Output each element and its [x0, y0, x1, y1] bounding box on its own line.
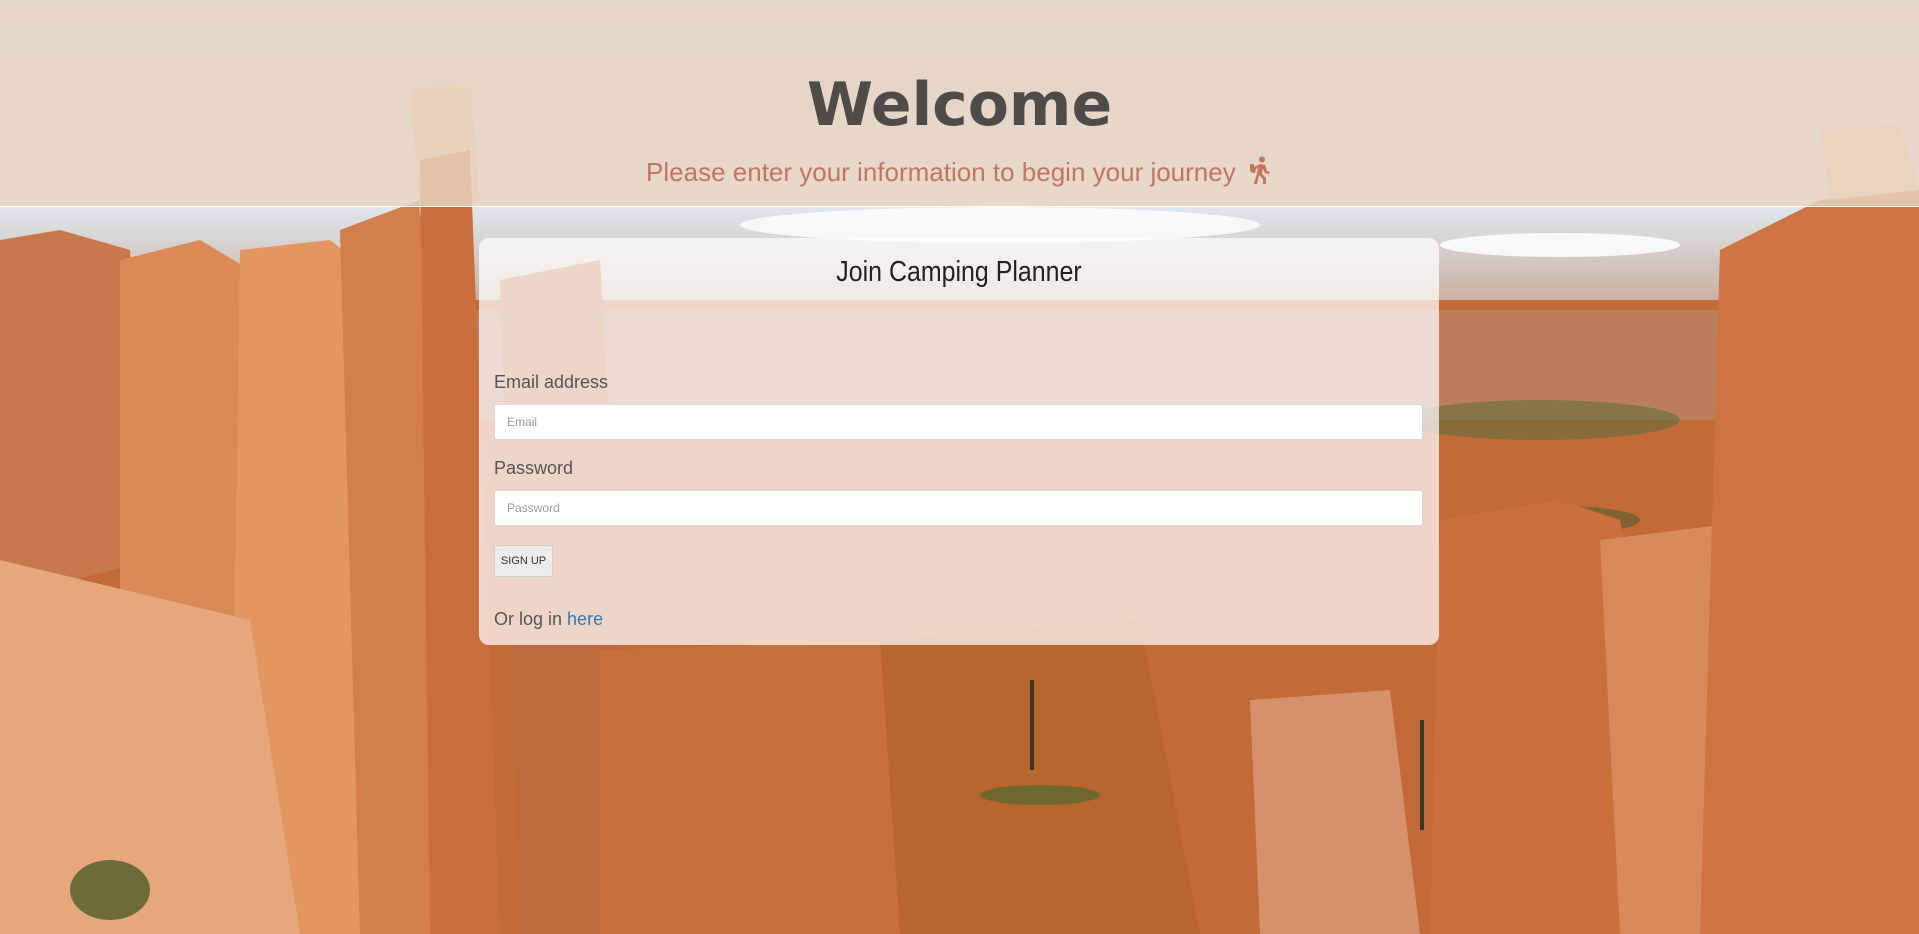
signup-title: Join Camping Planner [836, 256, 1082, 288]
password-field[interactable] [494, 490, 1423, 526]
sign-up-button[interactable]: SIGN UP [494, 545, 553, 577]
login-prompt: Or log in here [494, 609, 603, 630]
email-label: Email address [494, 372, 609, 392]
subtitle-text: Please enter your information to begin y… [646, 157, 1236, 187]
page-title: Welcome [806, 70, 1113, 140]
signup-card: Join Camping Planner Email address Passw… [479, 238, 1439, 645]
login-prompt-text: Or log in [494, 609, 563, 629]
email-field[interactable] [494, 404, 1423, 440]
login-link[interactable]: here [567, 609, 603, 629]
password-label: Password [494, 458, 574, 478]
hiking-icon [1249, 156, 1273, 191]
page-subtitle: Please enter your information to begin y… [0, 156, 1919, 191]
welcome-banner: Welcome Please enter your information to… [0, 0, 1919, 207]
